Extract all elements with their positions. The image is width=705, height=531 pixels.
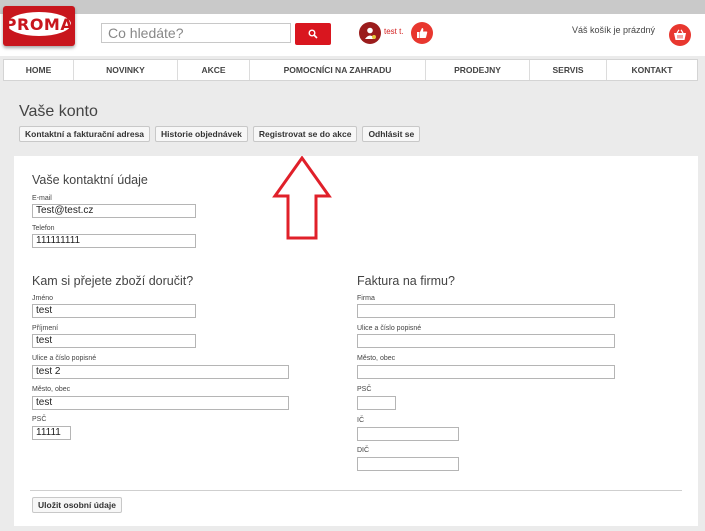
cart-status[interactable]: Váš košík je prázdný [572,25,655,35]
proma-logo[interactable]: PROMA [3,6,75,46]
page-title: Vaše konto [19,103,98,120]
city-field[interactable]: test [32,396,289,410]
invoice-street-field[interactable] [357,334,615,348]
contact-section-title: Vaše kontaktní údaje [32,173,148,187]
search-input[interactable]: Co hledáte? [101,23,291,43]
phone-field[interactable]: 111111111 [32,234,196,248]
thumbs-up-icon [417,28,428,38]
last-name-field[interactable]: test [32,334,196,348]
tab-register-promotion[interactable]: Registrovat se do akce [252,126,358,142]
cart-button[interactable] [669,24,691,46]
invoice-city-field[interactable] [357,365,615,379]
account-tabs: Kontaktní a fakturační adresa Historie o… [19,126,421,142]
site-header: Co hledáte? test t. Váš košík je prázdný [0,14,705,56]
invoice-zip-field[interactable] [357,396,396,410]
nav-home[interactable]: HOME [4,60,74,80]
email-label: E-mail [32,195,52,202]
nav-pomocnici-na-zahradu[interactable]: POMOCNÍCI NA ZAHRADU [250,60,426,80]
invoice-section-title: Faktura na firmu? [357,274,455,288]
save-personal-details-button[interactable]: Uložit osobní údaje [32,497,122,513]
street-label: Ulice a číslo popisné [32,355,97,362]
delivery-section-title: Kam si přejete zboží doručit? [32,274,194,288]
nav-prodejny[interactable]: PRODEJNY [426,60,530,80]
nav-kontakt[interactable]: KONTAKT [607,60,697,80]
first-name-field[interactable]: test [32,304,196,318]
email-field[interactable]: Test@test.cz [32,204,196,218]
invoice-zip-label: PSČ [357,386,372,393]
search-icon [308,29,318,39]
street-field[interactable]: test 2 [32,365,289,379]
nav-akce[interactable]: AKCE [178,60,250,80]
ic-field[interactable] [357,427,459,441]
nav-novinky[interactable]: NOVINKY [74,60,178,80]
search-button[interactable] [295,23,331,45]
invoice-street-label: Ulice a číslo popisné [357,325,422,332]
city-label: Město, obec [32,386,71,393]
main-navigation: HOME NOVINKY AKCE POMOCNÍCI NA ZAHRADU P… [3,59,698,81]
top-strip [0,0,705,14]
dic-field[interactable] [357,457,459,471]
logo-text: PROMA [5,12,73,36]
dic-label: DIČ [357,447,370,454]
zip-field[interactable]: 11111 [32,426,71,440]
tab-order-history[interactable]: Historie objednávek [155,126,248,142]
company-label: Firma [357,295,375,302]
user-account-button[interactable] [359,22,381,44]
zip-label: PSČ [32,416,47,423]
user-icon [365,27,376,39]
first-name-label: Jméno [32,295,54,302]
up-arrow-annotation [272,156,332,240]
favorites-button[interactable] [411,22,433,44]
user-name-link[interactable]: test t. [384,27,404,36]
last-name-label: Příjmení [32,325,59,332]
invoice-city-label: Město, obec [357,355,396,362]
phone-label: Telefon [32,225,55,232]
basket-icon [674,29,686,40]
tab-logout[interactable]: Odhlásit se [362,126,421,142]
form-divider [30,490,682,491]
nav-servis[interactable]: SERVIS [530,60,607,80]
tab-contact-billing-address[interactable]: Kontaktní a fakturační adresa [19,126,151,142]
ic-label: IČ [357,417,364,424]
company-field[interactable] [357,304,615,318]
